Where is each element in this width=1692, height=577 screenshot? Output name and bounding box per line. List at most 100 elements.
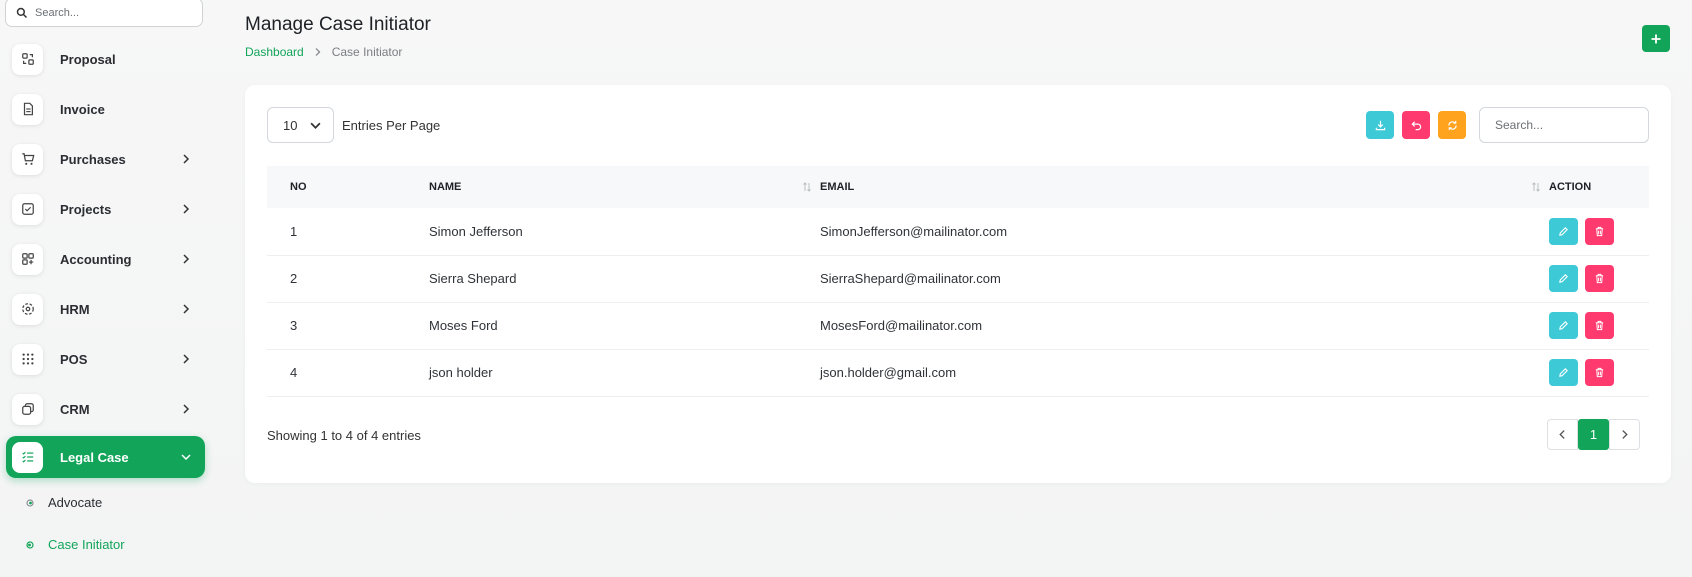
sidebar-item-pos[interactable]: POS [6,338,205,380]
sidebar-subitem-advocate[interactable]: Advocate [26,495,102,510]
delete-button[interactable] [1585,265,1614,292]
pagination-next-button[interactable] [1609,419,1640,450]
table-info-text: Showing 1 to 4 of 4 entries [267,428,421,443]
table-row: 2 Sierra Shepard SierraShepard@mailinato… [267,255,1649,302]
pagination: 1 [1547,419,1640,450]
pagination-page-button[interactable]: 1 [1578,419,1609,450]
cell-name: json holder [429,365,493,380]
column-header-no[interactable]: NO [267,166,429,208]
chevron-left-icon [1559,430,1565,439]
dot-icon [26,498,34,507]
sidebar-item-accounting[interactable]: Accounting [6,238,205,280]
sidebar-subitem-label: Case Initiator [48,537,125,552]
cell-name: Moses Ford [429,318,498,333]
undo-icon [1411,120,1421,130]
trash-icon [1595,367,1604,378]
export-button[interactable] [1366,111,1394,139]
sidebar-subitem-label: Advocate [48,495,103,510]
chevron-right-icon [183,354,190,364]
pencil-icon [1559,321,1568,330]
add-case-initiator-button[interactable] [1642,25,1670,52]
sidebar-item-label: HRM [60,301,90,317]
breadcrumb-dashboard-link[interactable]: Dashboard [245,45,304,59]
column-header-name[interactable]: NAME [429,166,820,208]
column-header-label: EMAIL [820,181,855,193]
sidebar-search[interactable] [5,0,203,27]
sidebar-item-legal-case[interactable]: Legal Case [6,436,205,478]
delete-button[interactable] [1585,217,1614,245]
dot-icon [26,540,34,549]
cell-name: Sierra Shepard [429,271,517,286]
page-title: Manage Case Initiator [245,14,431,35]
column-header-label: NAME [429,181,462,193]
sidebar-item-projects[interactable]: Projects [6,188,205,230]
pos-icon [12,343,43,375]
chevron-right-icon [183,304,190,314]
refresh-icon [1447,120,1457,130]
column-header-email[interactable]: EMAIL [820,166,1549,208]
download-icon [1375,120,1385,130]
refresh-button[interactable] [1438,111,1466,139]
chevron-right-icon [183,254,190,264]
sidebar: Proposal Invoice Purchases Projects Acco… [0,0,206,577]
chevron-right-icon [1622,430,1628,439]
cell-no: 4 [290,365,298,380]
entries-per-page-value: 10 [283,117,298,133]
hrm-icon [12,293,43,325]
edit-button[interactable] [1549,359,1578,386]
edit-button[interactable] [1549,217,1578,245]
sidebar-search-input[interactable] [35,6,195,19]
cell-action [1549,255,1649,302]
content-card: 10 Entries Per Page NO NAME EMAIL ACTION [245,85,1671,483]
table-row: 3 Moses Ford MosesFord@mailinator.com [267,302,1649,349]
table-row: 4 json holder json.holder@gmail.com [267,349,1649,396]
plus-icon [1651,34,1661,43]
pencil-icon [1559,226,1568,236]
pencil-icon [1559,368,1568,377]
sidebar-item-label: Proposal [60,51,116,67]
sidebar-item-label: Purchases [60,151,126,167]
sidebar-subitem-case-initiator[interactable]: Case Initiator [26,537,125,552]
sidebar-item-hrm[interactable]: HRM [6,288,205,330]
cell-name: Simon Jefferson [429,223,523,239]
table-row: 1 Simon Jefferson SimonJefferson@mailina… [267,208,1649,255]
search-icon [16,7,28,18]
entries-per-page-select[interactable]: 10 [267,107,334,143]
cell-action [1549,349,1649,396]
edit-button[interactable] [1549,312,1578,339]
chevron-down-icon [181,454,191,461]
sidebar-item-label: Legal Case [60,449,129,465]
cell-email: SimonJefferson@mailinator.com [820,223,1008,239]
delete-button[interactable] [1585,312,1614,339]
cell-no: 1 [290,223,298,239]
pagination-prev-button[interactable] [1547,419,1578,450]
table-search-input[interactable] [1479,107,1649,143]
cart-icon [12,143,43,175]
cell-action [1549,302,1649,349]
cell-email: MosesFord@mailinator.com [820,318,983,333]
crm-icon [12,393,43,425]
legal-case-icon [12,441,43,473]
sidebar-item-crm[interactable]: CRM [6,388,205,430]
projects-icon [12,193,43,225]
delete-button[interactable] [1585,359,1614,386]
reset-button[interactable] [1402,111,1430,139]
breadcrumb-current: Case Initiator [331,45,403,59]
trash-icon [1595,320,1604,331]
chevron-down-icon [310,122,321,129]
sidebar-item-proposal[interactable]: Proposal [6,38,205,80]
cell-action [1549,208,1649,255]
accounting-icon [12,243,43,275]
sidebar-item-label: POS [60,351,88,367]
sidebar-item-label: Invoice [60,101,105,117]
sidebar-item-purchases[interactable]: Purchases [6,138,205,180]
edit-button[interactable] [1549,265,1578,292]
cell-email: SierraShepard@mailinator.com [820,271,1001,286]
column-header-action: ACTION [1549,181,1592,193]
case-initiator-table: NO NAME EMAIL ACTION 1 Simon Jefferson S… [267,166,1649,397]
trash-icon [1595,273,1604,284]
chevron-right-icon [183,154,190,164]
sort-icon [1532,182,1540,192]
sidebar-item-invoice[interactable]: Invoice [6,88,205,130]
breadcrumb: Dashboard Case Initiator [245,45,402,59]
